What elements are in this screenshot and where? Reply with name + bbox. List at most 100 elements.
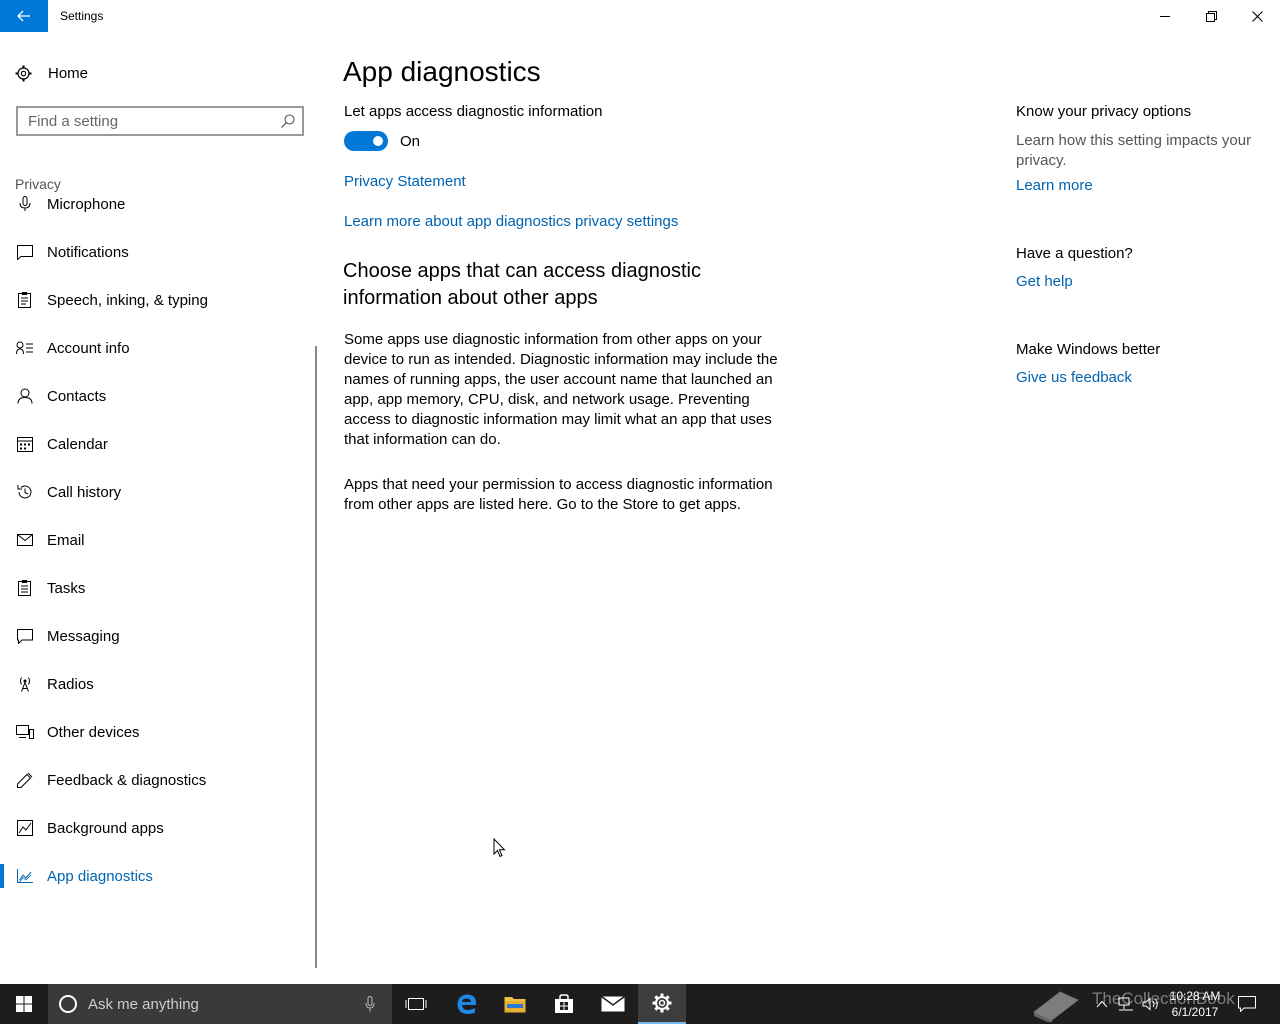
folder-icon <box>504 997 526 1013</box>
store-icon <box>555 994 573 1013</box>
learn-more-link[interactable]: Learn more <box>1016 177 1093 194</box>
action-center-icon <box>1238 996 1256 1012</box>
description-paragraph: Some apps use diagnostic information fro… <box>344 331 778 448</box>
call-history-icon <box>16 483 34 501</box>
email-icon <box>16 531 34 549</box>
sidebar-item-label: Call history <box>47 483 122 501</box>
learn-more-diagnostics-link[interactable]: Learn more about app diagnostics privacy… <box>344 213 678 230</box>
background-apps-icon <box>16 819 34 837</box>
action-center-button[interactable] <box>1236 984 1258 1024</box>
title-bar: Settings <box>0 0 1280 32</box>
section-label-privacy: Privacy <box>15 176 61 192</box>
sidebar-home[interactable]: Home <box>15 62 88 84</box>
other-devices-icon <box>16 723 34 741</box>
section-heading: Choose apps that can access diagnostic i… <box>343 260 701 309</box>
microphone-icon <box>16 195 34 213</box>
sidebar-item-background-apps[interactable]: Background apps <box>0 808 310 848</box>
sidebar-item-speech[interactable]: Speech, inking, & typing <box>0 280 310 320</box>
give-feedback-link[interactable]: Give us feedback <box>1016 369 1132 386</box>
mail-icon <box>601 996 625 1012</box>
sidebar-item-messaging[interactable]: Messaging <box>0 616 310 656</box>
tasks-icon <box>16 579 34 597</box>
start-button[interactable] <box>0 984 48 1024</box>
chevron-up-icon <box>1096 1000 1108 1008</box>
sidebar-item-label: Radios <box>47 675 94 693</box>
store-button[interactable] <box>540 984 588 1024</box>
app-diagnostics-icon <box>16 867 34 885</box>
get-help-link[interactable]: Get help <box>1016 273 1073 290</box>
question-heading: Have a question? <box>1016 245 1133 262</box>
restore-button[interactable] <box>1188 0 1234 32</box>
sidebar-item-label: Notifications <box>47 243 129 261</box>
privacy-options-heading: Know your privacy options <box>1016 103 1192 120</box>
sidebar-home-label: Home <box>48 64 89 82</box>
network-icon <box>1118 997 1133 1011</box>
volume-icon <box>1142 997 1158 1011</box>
window-title: Settings <box>60 9 104 23</box>
sidebar-item-label: Speech, inking, & typing <box>47 291 208 309</box>
page-title: App diagnostics <box>343 56 541 87</box>
minimize-icon <box>1160 16 1170 17</box>
windows-better-heading: Make Windows better <box>1016 341 1161 358</box>
clock-date: 6/1/2017 <box>1171 1005 1219 1019</box>
settings-taskbar-button[interactable] <box>638 984 686 1024</box>
close-icon <box>1251 10 1263 22</box>
cortana-icon <box>59 995 77 1013</box>
show-hidden-icons-button[interactable] <box>1092 984 1112 1024</box>
search-placeholder: Find a setting <box>28 112 119 130</box>
diagnostics-toggle[interactable] <box>344 131 388 151</box>
sidebar-item-label: Microphone <box>47 195 126 213</box>
sidebar-item-app-diagnostics[interactable]: App diagnostics <box>0 856 310 896</box>
messaging-icon <box>16 627 34 645</box>
sidebar-item-label: Background apps <box>47 819 164 837</box>
sidebar-item-contacts[interactable]: Contacts <box>0 376 310 416</box>
sidebar-item-label: Calendar <box>47 435 108 453</box>
sidebar-item-calendar[interactable]: Calendar <box>0 424 310 464</box>
task-view-button[interactable] <box>392 984 440 1024</box>
windows-logo-icon <box>16 996 32 1012</box>
file-explorer-button[interactable] <box>491 984 539 1024</box>
restore-icon <box>1205 10 1217 22</box>
sidebar-item-notifications[interactable]: Notifications <box>0 232 310 272</box>
sidebar-item-label: Account info <box>47 339 130 357</box>
book-logo-icon <box>1033 991 1079 1022</box>
sidebar-item-label: Contacts <box>47 387 107 405</box>
task-view-icon <box>405 998 427 1010</box>
microphone-icon[interactable] <box>365 996 375 1012</box>
close-button[interactable] <box>1234 0 1280 32</box>
mail-button[interactable] <box>589 984 637 1024</box>
edge-icon <box>457 994 476 1014</box>
sidebar-item-feedback[interactable]: Feedback & diagnostics <box>0 760 310 800</box>
sidebar-item-tasks[interactable]: Tasks <box>0 568 310 608</box>
minimize-button[interactable] <box>1142 0 1188 32</box>
network-button[interactable] <box>1115 984 1137 1024</box>
sidebar-scrollbar[interactable] <box>315 346 317 968</box>
sidebar-item-radios[interactable]: Radios <box>0 664 310 704</box>
sidebar-item-label: Messaging <box>47 627 120 645</box>
radios-icon <box>16 675 34 693</box>
sidebar-item-other-devices[interactable]: Other devices <box>0 712 310 752</box>
sidebar-item-email[interactable]: Email <box>0 520 310 560</box>
sidebar-item-label: App diagnostics <box>47 867 153 885</box>
mouse-cursor-icon <box>493 838 506 858</box>
gear-icon <box>15 65 32 81</box>
search-input[interactable]: Find a setting <box>16 106 304 136</box>
sidebar-item-label: Other devices <box>47 723 140 741</box>
sidebar-item-call-history[interactable]: Call history <box>0 472 310 512</box>
contacts-icon <box>16 387 34 405</box>
cortana-placeholder: Ask me anything <box>88 995 199 1013</box>
back-button[interactable] <box>0 0 48 32</box>
privacy-options-text: Learn how this setting impacts your priv… <box>1016 132 1252 169</box>
account-info-icon <box>16 339 34 357</box>
cortana-search-box[interactable]: Ask me anything <box>48 984 392 1024</box>
clock[interactable]: 10:28 AM 6/1/2017 <box>1160 988 1230 1020</box>
sidebar-item-account-info[interactable]: Account info <box>0 328 310 368</box>
privacy-statement-link[interactable]: Privacy Statement <box>344 173 466 190</box>
sidebar-item-microphone[interactable]: Microphone <box>0 192 310 224</box>
edge-button[interactable] <box>443 984 491 1024</box>
volume-button[interactable] <box>1140 984 1162 1024</box>
sidebar-item-label: Tasks <box>47 579 86 597</box>
taskbar: Ask me anything TheCollectionBook 10:28 … <box>0 984 1280 1024</box>
gear-icon <box>652 993 672 1013</box>
toggle-state: On <box>400 133 421 150</box>
